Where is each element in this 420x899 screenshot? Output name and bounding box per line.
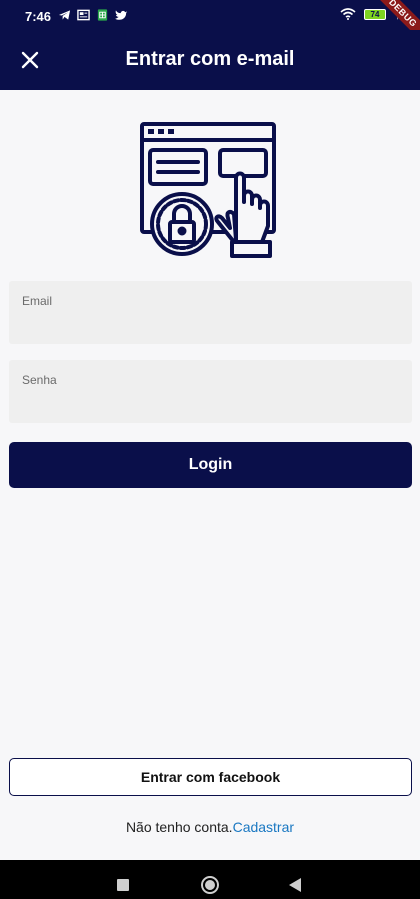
login-button[interactable]: Login: [9, 442, 412, 488]
password-field[interactable]: Senha: [9, 360, 412, 423]
signup-row: Não tenho conta.Cadastrar: [0, 819, 420, 835]
secure-login-touch-icon: [140, 122, 276, 258]
telegram-icon: [58, 10, 71, 20]
sheets-icon: [97, 9, 108, 21]
signup-link[interactable]: Cadastrar: [233, 819, 294, 835]
status-time: 7:46: [25, 9, 52, 24]
email-field[interactable]: Email: [9, 281, 412, 344]
page-title: Entrar com e-mail: [125, 48, 295, 70]
password-input[interactable]: [22, 393, 399, 415]
home-icon[interactable]: [201, 876, 219, 894]
email-label: Email: [22, 294, 53, 308]
twitter-icon: [115, 10, 128, 20]
back-icon[interactable]: [289, 878, 301, 892]
facebook-login-button[interactable]: Entrar com facebook: [9, 758, 412, 796]
news-icon: [77, 9, 90, 21]
status-bar: 7:46 74 DEBUG: [0, 0, 420, 50]
system-nav-bar: [0, 860, 420, 899]
app-bar: Entrar com e-mail: [0, 30, 420, 90]
notification-icons: [58, 9, 128, 21]
recent-apps-icon[interactable]: [117, 879, 129, 891]
email-input[interactable]: [22, 314, 399, 336]
signup-prompt: Não tenho conta.: [125, 819, 233, 835]
battery-icon: 74: [364, 8, 386, 20]
password-label: Senha: [22, 373, 57, 387]
wifi-icon: [340, 8, 356, 20]
